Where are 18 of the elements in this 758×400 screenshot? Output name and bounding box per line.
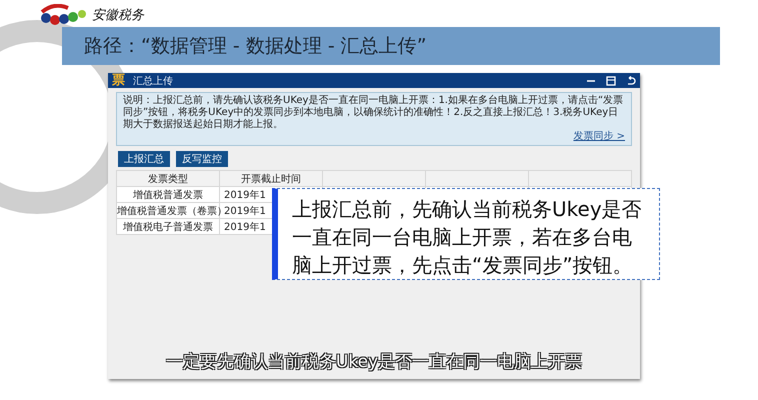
- brand-name: 安徽税务: [92, 7, 144, 24]
- restore-icon[interactable]: [606, 76, 616, 86]
- table-cell: 增值税电子普通发票: [116, 218, 220, 234]
- column-header: 发票类型: [116, 170, 220, 186]
- back-icon[interactable]: [626, 76, 636, 86]
- notice-text: 说明：上报汇总前，请先确认该税务UKey是否一直在同一电脑上开票：1.如果在多台电脑上开过票，请点击“发票同步”按钮，将税务UKey中的发票同步到本地电脑，以确保统计的准确性！2.反之直接上报汇总！3.税务UKey日期大于数据报送起始日期才能上报。: [123, 95, 624, 130]
- column-header: 开票截止时间: [220, 170, 322, 186]
- app-logo: 票: [112, 73, 125, 88]
- path-banner: 路径：“数据管理 - 数据处理 - 汇总上传”: [62, 27, 720, 65]
- subtitle-caption: 一定要先确认当前税务Ukey是否一直在同一电脑上开票: [164, 350, 584, 373]
- logo-icon: [38, 4, 88, 26]
- window-title: 汇总上传: [133, 74, 174, 88]
- invoice-sync-link[interactable]: 发票同步 >: [573, 131, 625, 143]
- table-cell: 增值税普通发票: [116, 186, 220, 202]
- callout-note: 上报汇总前，先确认当前税务Ukey是否一直在同一台电脑上开票，若在多台电脑上开过票，先点击“发票同步”按钮。: [272, 188, 660, 280]
- action-button[interactable]: 反写监控: [176, 151, 228, 167]
- action-button[interactable]: 上报汇总: [118, 151, 170, 167]
- table-cell: 增值税普通发票（卷票）: [116, 202, 220, 218]
